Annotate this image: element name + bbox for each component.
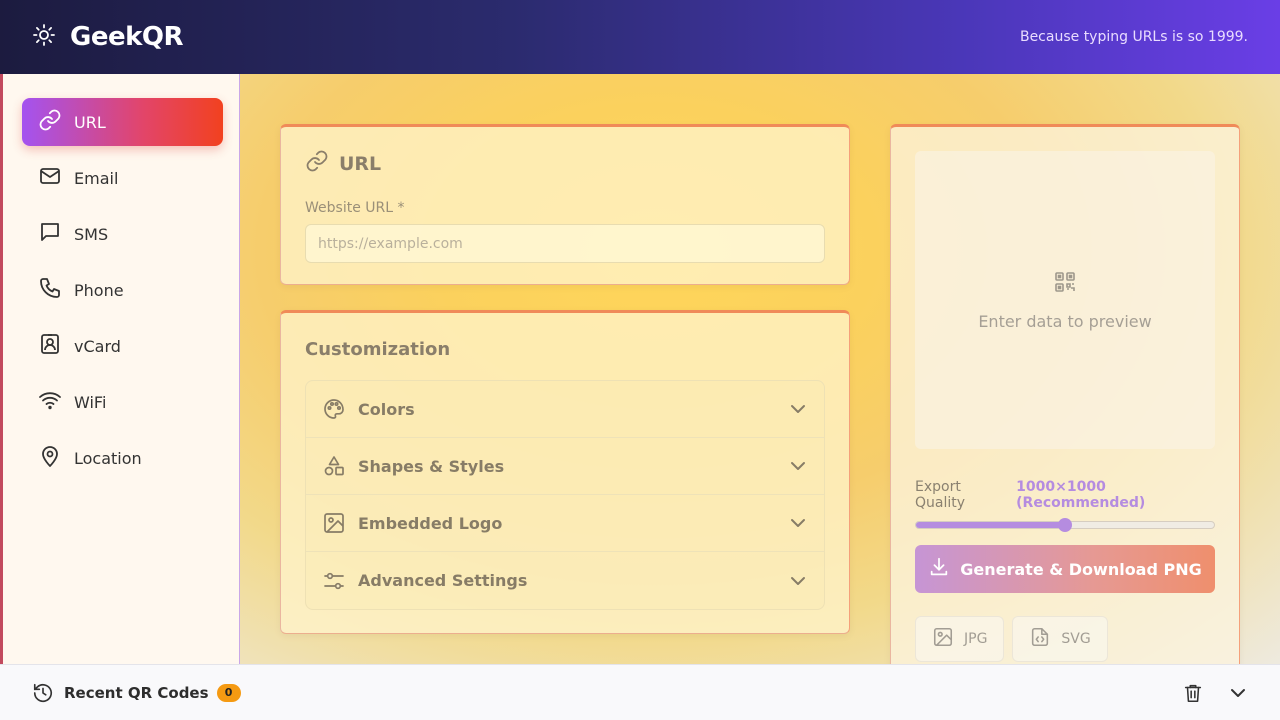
slider-fill bbox=[916, 522, 1065, 528]
accordion-shapes-styles[interactable]: Shapes & Styles bbox=[306, 438, 824, 495]
chevron-down-icon bbox=[788, 571, 808, 591]
download-button-label: Generate & Download PNG bbox=[960, 559, 1202, 579]
download-svg-button[interactable]: SVG bbox=[1012, 616, 1108, 662]
sidebar: URL Email SMS Phone vCard WiFi Location bbox=[0, 74, 240, 664]
sidebar-item-label: URL bbox=[74, 112, 106, 132]
recent-qr-codes-bar[interactable]: Recent QR Codes 0 bbox=[0, 664, 1280, 720]
wifi-icon bbox=[38, 388, 62, 416]
format-buttons: JPG SVG bbox=[915, 616, 1215, 662]
chevron-down-icon[interactable] bbox=[1228, 683, 1248, 703]
chevron-down-icon bbox=[788, 399, 808, 419]
contact-card-icon bbox=[38, 332, 62, 360]
format-label: JPG bbox=[964, 631, 988, 647]
sidebar-item-label: Phone bbox=[74, 280, 124, 300]
code-file-icon bbox=[1029, 626, 1051, 652]
history-icon bbox=[32, 682, 54, 704]
main-content: URL Website URL * Customization Colors bbox=[240, 74, 1280, 684]
url-input-card: URL Website URL * bbox=[280, 124, 850, 285]
format-label: SVG bbox=[1061, 631, 1091, 647]
shapes-icon bbox=[322, 454, 346, 478]
sidebar-item-label: Location bbox=[74, 448, 142, 468]
palette-icon bbox=[322, 397, 346, 421]
customization-accordion: Colors Shapes & Styles Embedded Logo Adv… bbox=[305, 380, 825, 610]
accordion-label: Colors bbox=[358, 399, 415, 419]
recent-qr-codes-label: Recent QR Codes bbox=[64, 683, 209, 702]
image-icon bbox=[932, 626, 954, 652]
sidebar-item-location[interactable]: Location bbox=[22, 434, 223, 482]
download-icon bbox=[928, 556, 950, 582]
brand[interactable]: GeekQR bbox=[32, 22, 184, 52]
link-icon bbox=[38, 108, 62, 136]
sidebar-item-label: SMS bbox=[74, 224, 109, 244]
sidebar-item-url[interactable]: URL bbox=[22, 98, 223, 146]
website-url-input[interactable] bbox=[305, 224, 825, 263]
sliders-icon bbox=[322, 569, 346, 593]
qr-code-icon bbox=[1053, 270, 1077, 298]
export-quality-row: Export Quality 1000×1000 (Recommended) bbox=[915, 479, 1215, 511]
customization-card: Customization Colors Shapes & Styles Emb… bbox=[280, 310, 850, 634]
qr-preview-area: Enter data to preview bbox=[915, 151, 1215, 449]
download-jpg-button[interactable]: JPG bbox=[915, 616, 1005, 662]
slider-thumb[interactable] bbox=[1058, 518, 1072, 532]
map-pin-icon bbox=[38, 444, 62, 472]
sidebar-item-label: WiFi bbox=[74, 392, 107, 412]
sun-icon[interactable] bbox=[32, 23, 56, 51]
accordion-label: Embedded Logo bbox=[358, 513, 503, 533]
sidebar-item-wifi[interactable]: WiFi bbox=[22, 378, 223, 426]
chevron-down-icon bbox=[788, 513, 808, 533]
generate-download-png-button[interactable]: Generate & Download PNG bbox=[915, 545, 1215, 593]
trash-icon[interactable] bbox=[1182, 682, 1204, 704]
sidebar-item-label: vCard bbox=[74, 336, 121, 356]
accordion-embedded-logo[interactable]: Embedded Logo bbox=[306, 495, 824, 552]
export-quality-value: 1000×1000 (Recommended) bbox=[1016, 479, 1146, 511]
chevron-down-icon bbox=[788, 456, 808, 476]
accordion-label: Advanced Settings bbox=[358, 571, 528, 590]
sidebar-item-phone[interactable]: Phone bbox=[22, 266, 223, 314]
phone-icon bbox=[38, 276, 62, 304]
sidebar-item-email[interactable]: Email bbox=[22, 154, 223, 202]
image-icon bbox=[322, 511, 346, 535]
accordion-label: Shapes & Styles bbox=[358, 456, 505, 476]
accordion-advanced-settings[interactable]: Advanced Settings bbox=[306, 552, 824, 609]
preview-card: Enter data to preview Export Quality 100… bbox=[890, 124, 1240, 684]
sidebar-item-label: Email bbox=[74, 168, 119, 188]
export-quality-slider[interactable] bbox=[915, 518, 1215, 532]
sidebar-item-vcard[interactable]: vCard bbox=[22, 322, 223, 370]
message-icon bbox=[38, 220, 62, 248]
url-card-title-text: URL bbox=[339, 152, 382, 175]
brand-name: GeekQR bbox=[70, 22, 184, 52]
customization-title: Customization bbox=[305, 339, 451, 360]
website-url-label: Website URL * bbox=[305, 200, 405, 216]
mail-icon bbox=[38, 164, 62, 192]
export-quality-label: Export Quality bbox=[915, 479, 966, 511]
preview-placeholder-text: Enter data to preview bbox=[978, 311, 1152, 331]
tagline: Because typing URLs is so 1999. bbox=[1019, 29, 1248, 45]
accordion-colors[interactable]: Colors bbox=[306, 381, 824, 438]
url-card-title: URL bbox=[305, 149, 825, 178]
link-icon bbox=[305, 149, 329, 178]
recent-count-badge: 0 bbox=[216, 683, 241, 702]
app-header: GeekQR Because typing URLs is so 1999. bbox=[0, 0, 1280, 74]
sidebar-item-sms[interactable]: SMS bbox=[22, 210, 223, 258]
